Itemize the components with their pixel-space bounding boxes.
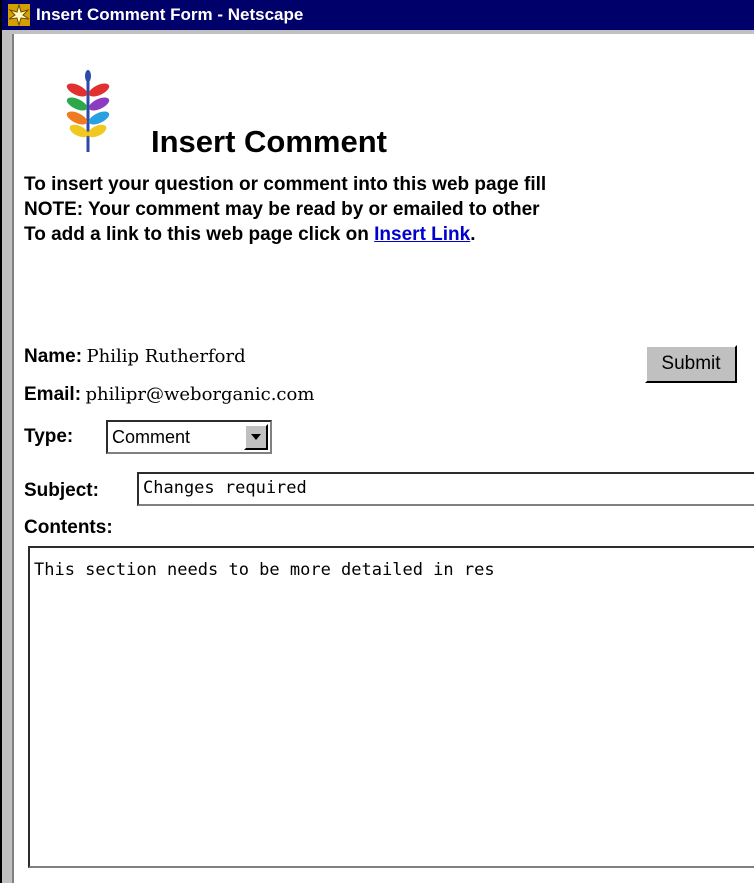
type-select[interactable]: Comment bbox=[106, 420, 272, 454]
insert-link[interactable]: Insert Link bbox=[374, 224, 470, 245]
contents-row: Contents: bbox=[24, 517, 113, 539]
page-title: Insert Comment bbox=[151, 124, 387, 159]
contents-label: Contents: bbox=[24, 517, 113, 538]
type-select-value: Comment bbox=[112, 426, 191, 447]
link-line: To add a link to this web page click on … bbox=[24, 222, 754, 247]
contents-textarea[interactable]: This section needs to be more detailed i… bbox=[28, 546, 754, 868]
plant-logo bbox=[64, 68, 112, 154]
window-title: Insert Comment Form - Netscape bbox=[36, 5, 304, 24]
type-label: Type: bbox=[24, 426, 74, 447]
link-line-suffix: . bbox=[470, 224, 476, 245]
subject-label: Subject: bbox=[24, 480, 99, 501]
name-row: Name: Philip Rutherford bbox=[24, 346, 246, 368]
email-value: philipr@weborganic.com bbox=[85, 384, 315, 405]
subject-row: Subject: bbox=[24, 480, 99, 502]
chevron-down-icon[interactable] bbox=[244, 424, 268, 450]
email-label: Email: bbox=[24, 384, 82, 405]
name-value: Philip Rutherford bbox=[86, 346, 246, 367]
intro-text: To insert your question or comment into … bbox=[24, 172, 754, 247]
type-row: Type: bbox=[24, 426, 73, 448]
link-line-prefix: To add a link to this web page click on bbox=[24, 224, 375, 245]
note-line: NOTE: Your comment may be read by or ema… bbox=[24, 199, 540, 220]
intro-line: To insert your question or comment into … bbox=[24, 174, 547, 195]
browser-window: Insert Comment Form - Netscape Insert Co… bbox=[0, 0, 754, 883]
title-bar[interactable]: Insert Comment Form - Netscape bbox=[2, 0, 754, 30]
subject-input[interactable]: Changes required bbox=[137, 472, 754, 506]
submit-button[interactable]: Submit bbox=[645, 345, 737, 383]
email-row: Email: philipr@weborganic.com bbox=[24, 384, 314, 406]
netscape-icon[interactable] bbox=[8, 3, 30, 27]
name-label: Name: bbox=[24, 346, 83, 367]
